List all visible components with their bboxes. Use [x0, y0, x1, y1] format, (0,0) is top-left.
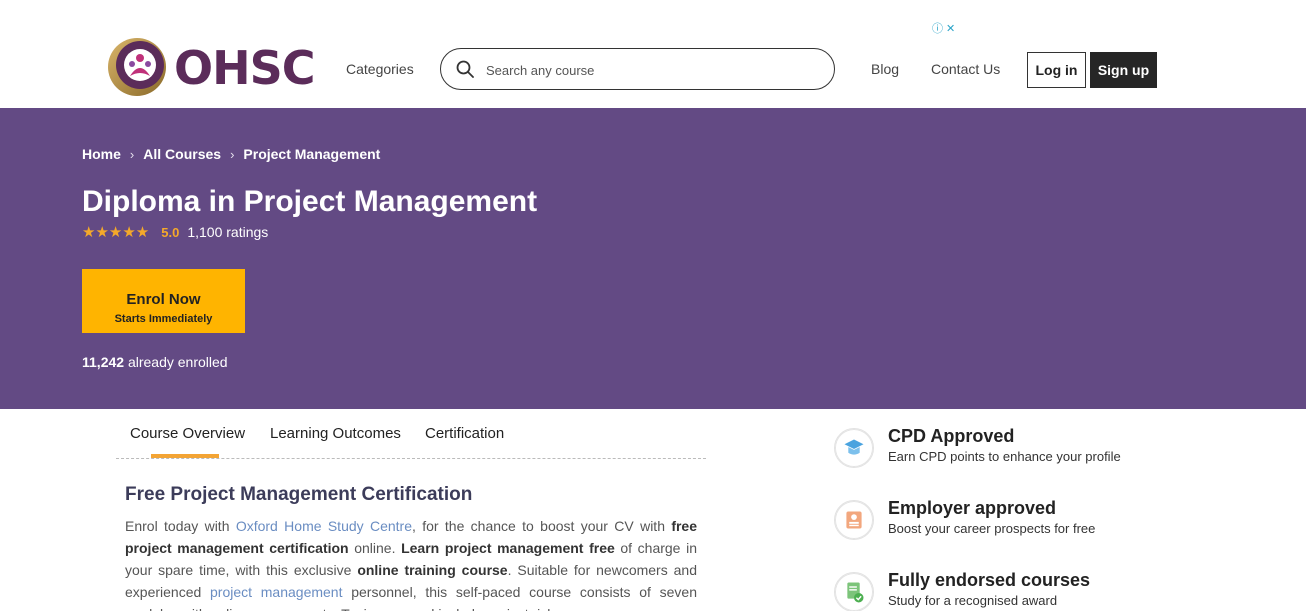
graduation-cap-icon [834, 428, 874, 468]
enrol-now-button[interactable]: Enrol Now Starts Immediately [82, 269, 245, 333]
feature-cpd-approved: CPD Approved Earn CPD points to enhance … [834, 426, 1154, 488]
desc-text: online. [348, 540, 402, 556]
feature-employer-approved: Employer approved Boost your career pros… [834, 498, 1154, 560]
document-check-icon [834, 572, 874, 611]
chevron-right-icon: › [230, 146, 235, 162]
logo-text: OHSC [174, 41, 315, 95]
course-rating: ★★★★★ 5.0 1,100 ratings [82, 223, 268, 241]
oxford-home-study-link[interactable]: Oxford Home Study Centre [236, 518, 412, 534]
nav-blog[interactable]: Blog [871, 61, 899, 77]
breadcrumb-home[interactable]: Home [82, 146, 121, 162]
ad-choices-icon[interactable]: ⓘ ✕ [932, 20, 955, 36]
breadcrumb-project-management[interactable]: Project Management [243, 146, 380, 162]
section-heading: Free Project Management Certification [125, 484, 473, 505]
course-description: Enrol today with Oxford Home Study Centr… [125, 515, 697, 611]
tab-learning-outcomes[interactable]: Learning Outcomes [270, 425, 401, 442]
nav-contact-us[interactable]: Contact Us [931, 61, 1000, 77]
desc-bold: online training course [357, 562, 508, 578]
desc-text: Enrol today with [125, 518, 236, 534]
feature-title: Fully endorsed courses [888, 570, 1091, 590]
enrol-label: Enrol Now [126, 290, 201, 308]
course-tabs: Course Overview Learning Outcomes Certif… [116, 409, 706, 459]
search-input[interactable] [486, 59, 816, 81]
breadcrumb: Home › All Courses › Project Management [82, 146, 380, 162]
nav-categories[interactable]: Categories [346, 61, 414, 77]
rating-count: 1,100 ratings [187, 224, 269, 240]
active-tab-indicator [151, 454, 219, 458]
feature-subtitle: Study for a recognised award [888, 593, 1058, 608]
breadcrumb-all-courses[interactable]: All Courses [143, 146, 221, 162]
feature-fully-endorsed: Fully endorsed courses Study for a recog… [834, 570, 1154, 611]
certificate-icon [834, 500, 874, 540]
signup-button[interactable]: Sign up [1090, 52, 1157, 88]
project-management-link[interactable]: project management [210, 584, 342, 600]
desc-text: , for the chance to boost your CV with [412, 518, 672, 534]
site-logo[interactable]: OHSC [106, 36, 316, 102]
login-button[interactable]: Log in [1027, 52, 1086, 88]
search-icon[interactable] [456, 60, 474, 78]
feature-subtitle: Earn CPD points to enhance your profile [888, 449, 1121, 464]
feature-subtitle: Boost your career prospects for free [888, 521, 1096, 536]
feature-title: CPD Approved [888, 426, 1015, 446]
tab-course-overview[interactable]: Course Overview [130, 425, 245, 442]
enrolled-text: already enrolled [124, 354, 228, 370]
tab-certification[interactable]: Certification [425, 425, 504, 442]
course-hero: Home › All Courses › Project Management … [0, 108, 1306, 409]
rating-value: 5.0 [161, 224, 180, 240]
enrolled-number: 11,242 [82, 354, 125, 370]
enrolled-count: 11,242 already enrolled [82, 354, 228, 370]
site-header: OHSC ⓘ ✕ Categories Blog Contact Us Log … [0, 0, 1306, 107]
desc-bold: Learn project management free [401, 540, 615, 556]
enrol-sublabel: Starts Immediately [114, 312, 213, 325]
search-bar[interactable] [440, 48, 835, 90]
page-title: Diploma in Project Management [82, 185, 538, 218]
star-rating-icon: ★★★★★ [82, 224, 150, 241]
feature-title: Employer approved [888, 498, 1057, 518]
chevron-right-icon: › [129, 146, 135, 162]
logo-mark-icon [108, 38, 166, 96]
